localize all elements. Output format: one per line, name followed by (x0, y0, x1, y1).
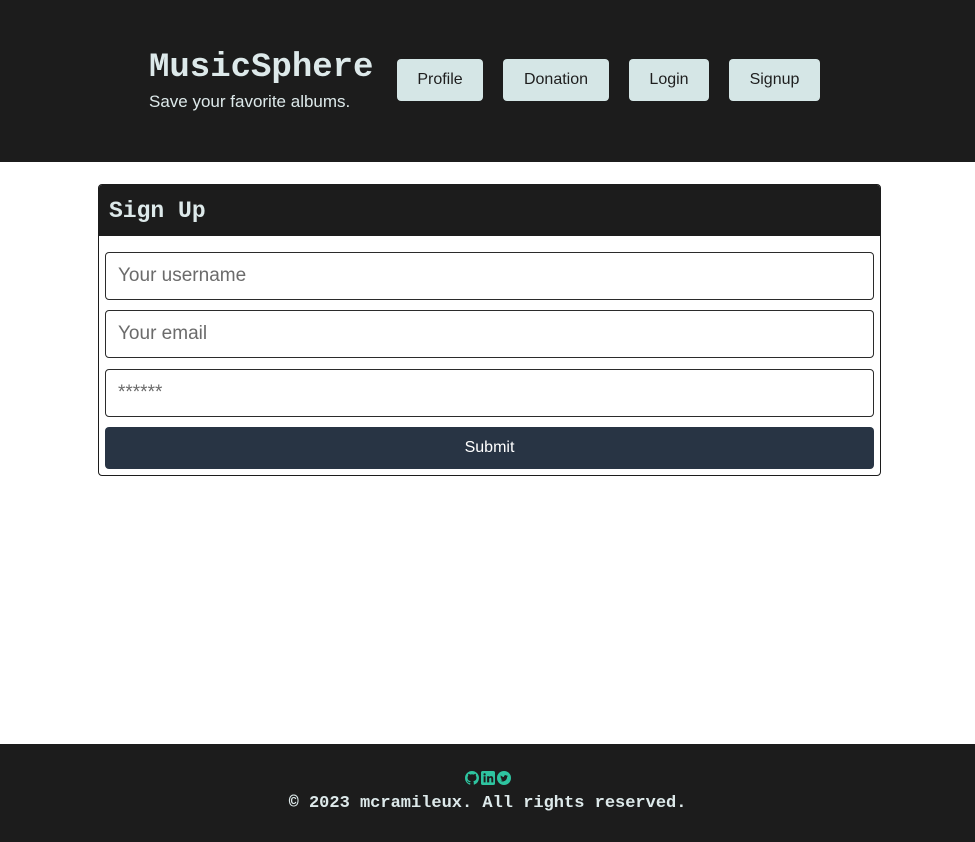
linkedin-icon[interactable] (480, 771, 495, 785)
copyright-text: © 2023 mcramileux. All rights reserved. (288, 794, 687, 813)
submit-button[interactable]: Submit (105, 427, 874, 469)
username-input[interactable] (105, 252, 874, 300)
email-input[interactable] (105, 310, 874, 358)
site-footer: © 2023 mcramileux. All rights reserved. (0, 744, 975, 842)
donation-button[interactable]: Donation (503, 59, 609, 101)
page: MusicSphere Save your favorite albums. P… (0, 0, 975, 842)
twitter-icon[interactable] (496, 771, 511, 785)
signup-card: Sign Up Submit (98, 184, 881, 476)
site-header: MusicSphere Save your favorite albums. P… (0, 0, 975, 162)
login-button[interactable]: Login (629, 59, 709, 101)
social-links (0, 771, 975, 785)
site-tagline: Save your favorite albums. (149, 92, 351, 111)
password-input[interactable] (105, 369, 874, 417)
brand: MusicSphere Save your favorite albums. (149, 48, 373, 116)
profile-button[interactable]: Profile (397, 59, 483, 101)
github-icon[interactable] (464, 771, 479, 785)
signup-card-header: Sign Up (99, 185, 880, 236)
site-title[interactable]: MusicSphere (149, 48, 373, 88)
signup-button[interactable]: Signup (729, 59, 820, 101)
signup-title: Sign Up (109, 197, 206, 224)
